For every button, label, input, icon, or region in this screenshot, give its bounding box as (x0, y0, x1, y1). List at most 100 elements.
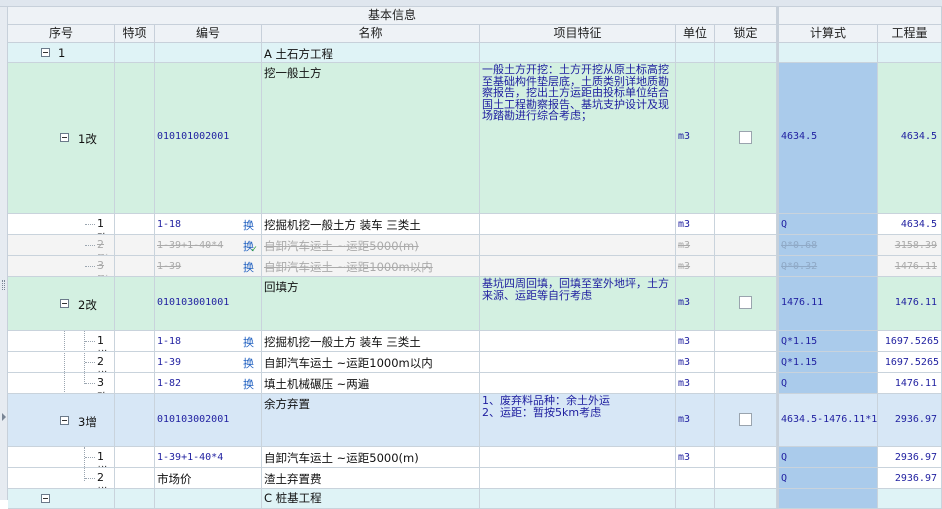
row-9-code-cell[interactable]: 010103002001 (155, 394, 262, 447)
row-0-code-cell[interactable] (155, 43, 262, 63)
row-1-feature-cell[interactable]: 一般土方开挖：土方开挖从原土标高挖至基础构件垫层底，土质类别详地质勘察报告，挖出… (480, 63, 676, 214)
row-6-unit-cell[interactable]: m3 (676, 331, 715, 352)
row-9-lock-cell[interactable] (715, 394, 777, 447)
row-2-seq-cell[interactable]: 1改 (8, 214, 115, 235)
row-12-seq-cell[interactable] (8, 489, 115, 509)
row-5-lock-cell[interactable] (715, 277, 777, 331)
lock-checkbox[interactable] (739, 413, 752, 426)
row-5-qty-cell[interactable]: 1476.11 (878, 277, 942, 331)
row-3-seq-cell[interactable]: 2删 (8, 235, 115, 256)
row-8-unit-cell[interactable]: m3 (676, 373, 715, 394)
row-6-name-cell[interactable]: 挖掘机挖一般土方 装车 三类土 (262, 331, 480, 352)
row-2-unit-cell[interactable]: m3 (676, 214, 715, 235)
row-0-lock-cell[interactable] (715, 43, 777, 63)
row-3-name-cell[interactable]: 自卸汽车运土 ~运距5000(m) (262, 235, 480, 256)
row-7-name-cell[interactable]: 自卸汽车运土 ~运距1000m以内 (262, 352, 480, 373)
row-0-unit-cell[interactable] (676, 43, 715, 63)
row-11-qty-cell[interactable]: 2936.97 (878, 468, 942, 489)
col-header-qty[interactable]: 工程量 (878, 25, 942, 43)
row-12-name-cell[interactable]: C 桩基工程 (262, 489, 480, 509)
row-8-feature-cell[interactable] (480, 373, 676, 394)
row-12-qty-cell[interactable] (878, 489, 942, 509)
row-11-unit-cell[interactable] (676, 468, 715, 489)
row-4-special-cell[interactable] (115, 256, 155, 277)
row-1-special-cell[interactable] (115, 63, 155, 214)
row-1-code-cell[interactable]: 010101002001 (155, 63, 262, 214)
col-header-lock[interactable]: 锁定 (715, 25, 777, 43)
col-header-formula[interactable]: 计算式 (777, 25, 878, 43)
col-header-code[interactable]: 编号 (155, 25, 262, 43)
row-3-lock-cell[interactable] (715, 235, 777, 256)
row-7-lock-cell[interactable] (715, 352, 777, 373)
col-header-feature[interactable]: 项目特征 (480, 25, 676, 43)
row-9-feature-cell[interactable]: 1、废弃料品种：余土外运 2、运距：暂按5km考虑 (480, 394, 676, 447)
row-5-special-cell[interactable] (115, 277, 155, 331)
collapse-toggle-icon[interactable] (41, 494, 50, 503)
row-2-qty-cell[interactable]: 4634.5 (878, 214, 942, 235)
swap-button[interactable]: 换 (243, 259, 254, 275)
row-7-unit-cell[interactable]: m3 (676, 352, 715, 373)
row-10-unit-cell[interactable]: m3 (676, 447, 715, 468)
collapse-toggle-icon[interactable] (60, 416, 69, 425)
row-3-special-cell[interactable] (115, 235, 155, 256)
row-6-qty-cell[interactable]: 1697.5265 (878, 331, 942, 352)
row-9-qty-cell[interactable]: 2936.97 (878, 394, 942, 447)
row-6-seq-cell[interactable]: 1增 (8, 331, 115, 352)
collapse-toggle-icon[interactable] (60, 133, 69, 142)
row-12-unit-cell[interactable] (676, 489, 715, 509)
row-11-name-cell[interactable]: 渣土弃置费 (262, 468, 480, 489)
row-8-special-cell[interactable] (115, 373, 155, 394)
row-4-lock-cell[interactable] (715, 256, 777, 277)
row-11-feature-cell[interactable] (480, 468, 676, 489)
row-8-code-cell[interactable]: 1-82 换 (155, 373, 262, 394)
row-2-name-cell[interactable]: 挖掘机挖一般土方 装车 三类土 (262, 214, 480, 235)
col-header-unit[interactable]: 单位 (676, 25, 715, 43)
row-7-code-cell[interactable]: 1-39 换 (155, 352, 262, 373)
row-9-formula-cell[interactable]: 4634.5-1476.11*1 (777, 394, 878, 447)
collapse-toggle-icon[interactable] (41, 48, 50, 57)
swap-button[interactable]: 换 (243, 355, 254, 371)
row-11-special-cell[interactable] (115, 468, 155, 489)
row-5-name-cell[interactable]: 回填方 (262, 277, 480, 331)
row-10-formula-cell[interactable]: Q (777, 447, 878, 468)
row-11-formula-cell[interactable]: Q (777, 468, 878, 489)
row-0-name-cell[interactable]: A 土石方工程 (262, 43, 480, 63)
row-0-special-cell[interactable] (115, 43, 155, 63)
row-9-unit-cell[interactable]: m3 (676, 394, 715, 447)
lock-checkbox[interactable] (739, 296, 752, 309)
row-10-special-cell[interactable] (115, 447, 155, 468)
swap-button[interactable]: 换 (243, 376, 254, 392)
row-10-lock-cell[interactable] (715, 447, 777, 468)
row-8-seq-cell[interactable]: 3改 (8, 373, 115, 394)
row-1-unit-cell[interactable]: m3 (676, 63, 715, 214)
row-10-seq-cell[interactable]: 1增 (8, 447, 115, 468)
row-8-name-cell[interactable]: 填土机械碾压 ~两遍 (262, 373, 480, 394)
row-10-name-cell[interactable]: 自卸汽车运土 ~运距5000(m) (262, 447, 480, 468)
row-8-lock-cell[interactable] (715, 373, 777, 394)
row-3-qty-cell[interactable]: 3158.39 (878, 235, 942, 256)
row-4-unit-cell[interactable]: m3 (676, 256, 715, 277)
row-9-special-cell[interactable] (115, 394, 155, 447)
row-6-code-cell[interactable]: 1-18 换 (155, 331, 262, 352)
row-2-formula-cell[interactable]: Q (777, 214, 878, 235)
row-8-qty-cell[interactable]: 1476.11 (878, 373, 942, 394)
row-6-lock-cell[interactable] (715, 331, 777, 352)
row-4-feature-cell[interactable] (480, 256, 676, 277)
row-0-feature-cell[interactable] (480, 43, 676, 63)
row-9-seq-cell[interactable]: 3增 (8, 394, 115, 447)
row-7-feature-cell[interactable] (480, 352, 676, 373)
row-1-lock-cell[interactable] (715, 63, 777, 214)
row-5-feature-cell[interactable]: 基坑四周回填，回填至室外地坪，土方来源、运距等自行考虑 (480, 277, 676, 331)
col-header-special[interactable]: 特项 (115, 25, 155, 43)
row-1-formula-cell[interactable]: 4634.5 (777, 63, 878, 214)
row-0-qty-cell[interactable] (878, 43, 942, 63)
row-5-code-cell[interactable]: 010103001001 (155, 277, 262, 331)
row-0-seq-cell[interactable]: 1 (8, 43, 115, 63)
row-12-lock-cell[interactable] (715, 489, 777, 509)
row-3-feature-cell[interactable] (480, 235, 676, 256)
row-6-formula-cell[interactable]: Q*1.15 (777, 331, 878, 352)
col-header-seq[interactable]: 序号 (8, 25, 115, 43)
row-12-special-cell[interactable] (115, 489, 155, 509)
row-9-name-cell[interactable]: 余方弃置 (262, 394, 480, 447)
row-5-seq-cell[interactable]: 2改 (8, 277, 115, 331)
